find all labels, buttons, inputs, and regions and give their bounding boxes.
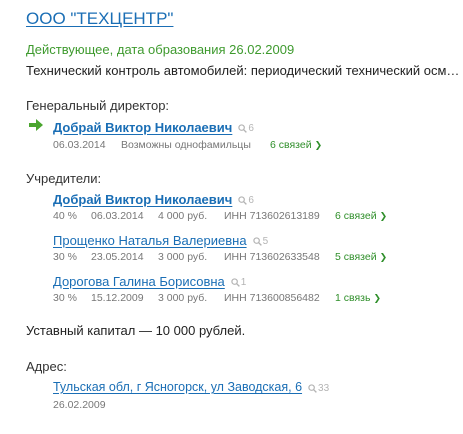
director-heading: Генеральный директор: xyxy=(26,98,170,113)
founder-date: 23.05.2014 xyxy=(91,251,144,263)
chevron-right-icon: ❯ xyxy=(379,211,388,221)
authorized-capital: Уставный капитал — 10 000 рублей. xyxy=(26,323,246,338)
search-icon xyxy=(252,236,262,246)
director-links[interactable]: 6 связей ❯ xyxy=(270,139,322,151)
director-row: Добрай Виктор Николаевич 6 xyxy=(53,118,254,136)
director-note: Возможны однофамильцы xyxy=(121,139,251,151)
director-meta: 06.03.2014 Возможны однофамильцы 6 связе… xyxy=(53,138,322,152)
founder-share: 30 % xyxy=(53,292,77,304)
address-heading: Адрес: xyxy=(26,359,67,374)
founder-row: Добрай Виктор Николаевич 6 xyxy=(53,190,254,208)
director-links-label: 6 связей xyxy=(270,139,312,151)
company-status: Действующее, дата образования 26.02.2009 xyxy=(26,42,295,57)
founder-search-count: 1 xyxy=(240,276,247,288)
search-icon xyxy=(238,123,248,133)
address-date: 26.02.2009 xyxy=(53,399,106,411)
founder-search[interactable]: 5 xyxy=(252,235,269,247)
founder-meta: 30 % 23.05.2014 3 000 руб. ИНН 713602633… xyxy=(53,250,387,264)
director-search-count: 6 xyxy=(248,122,254,134)
founder-row: Прощенко Наталья Валериевна 5 xyxy=(53,231,268,249)
director-date: 06.03.2014 xyxy=(53,139,106,151)
address-link[interactable]: Тульская обл, г Ясногорск, ул Заводская,… xyxy=(53,380,302,394)
founder-meta: 30 % 15.12.2009 3 000 руб. ИНН 713600856… xyxy=(53,291,381,305)
founder-share: 40 % xyxy=(53,210,77,222)
chevron-right-icon: ❯ xyxy=(373,293,381,303)
chevron-right-icon: ❯ xyxy=(379,252,388,262)
director-search[interactable]: 6 xyxy=(238,123,254,134)
founder-links-label: 6 связей xyxy=(335,210,377,222)
founders-heading: Учредители: xyxy=(26,171,102,186)
founder-search[interactable]: 1 xyxy=(231,276,247,288)
director-name-link[interactable]: Добрай Виктор Николаевич xyxy=(53,120,232,135)
search-icon xyxy=(231,277,240,287)
address-search-count: 33 xyxy=(318,382,330,394)
company-card: ООО "ТЕХЦЕНТР" Действующее, дата образов… xyxy=(0,0,463,434)
search-icon xyxy=(238,195,248,205)
founder-meta: 40 % 06.03.2014 4 000 руб. ИНН 713602613… xyxy=(53,209,387,223)
founder-inn: ИНН 713600856482 xyxy=(224,292,320,304)
founder-inn: ИНН 713602633548 xyxy=(224,251,320,263)
founder-name-link[interactable]: Прощенко Наталья Валериевна xyxy=(53,233,247,248)
founder-share: 30 % xyxy=(53,251,77,263)
address-search[interactable]: 33 xyxy=(308,383,329,394)
founder-date: 06.03.2014 xyxy=(91,210,144,222)
founder-links[interactable]: 6 связей ❯ xyxy=(335,210,387,222)
founder-name-link[interactable]: Добрай Виктор Николаевич xyxy=(53,192,232,207)
founder-amount: 3 000 руб. xyxy=(158,292,208,304)
company-activity: Технический контроль автомобилей: период… xyxy=(26,63,463,78)
founder-row: Дорогова Галина Борисовна 1 xyxy=(53,272,246,290)
chevron-right-icon: ❯ xyxy=(314,140,323,150)
address-meta: 26.02.2009 xyxy=(53,398,106,412)
founder-name-link[interactable]: Дорогова Галина Борисовна xyxy=(53,274,225,289)
search-icon xyxy=(308,383,317,393)
founder-links-label: 1 связь xyxy=(335,292,371,304)
founder-links-label: 5 связей xyxy=(335,251,377,263)
founder-inn: ИНН 713602613189 xyxy=(224,210,320,222)
founder-links[interactable]: 5 связей ❯ xyxy=(335,251,387,263)
founder-search-count: 6 xyxy=(248,194,254,206)
address-row: Тульская обл, г Ясногорск, ул Заводская,… xyxy=(53,378,329,396)
founder-links[interactable]: 1 связь ❯ xyxy=(335,292,381,304)
founder-amount: 3 000 руб. xyxy=(158,251,208,263)
founder-amount: 4 000 руб. xyxy=(158,210,208,222)
arrow-right-icon xyxy=(29,119,43,131)
founder-date: 15.12.2009 xyxy=(91,292,144,304)
founder-search[interactable]: 6 xyxy=(238,195,254,206)
founder-search-count: 5 xyxy=(262,235,269,247)
company-title-link[interactable]: ООО "ТЕХЦЕНТР" xyxy=(26,9,173,29)
